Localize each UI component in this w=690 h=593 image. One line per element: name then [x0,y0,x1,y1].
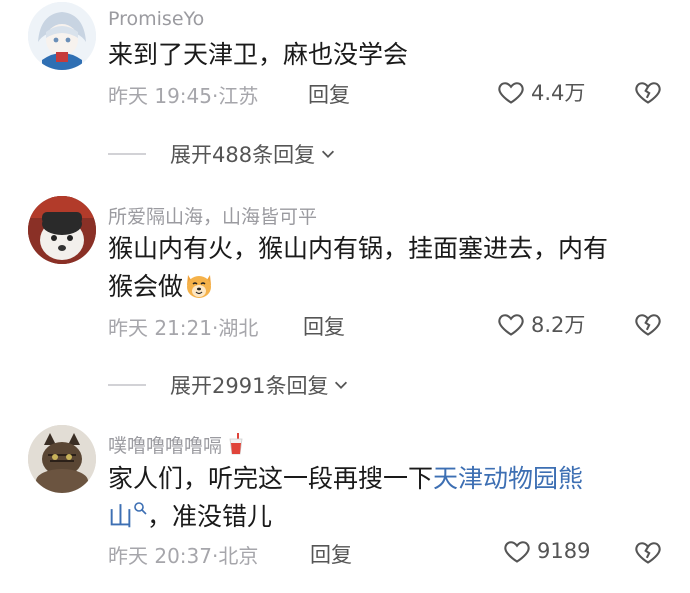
comment-text-line: 山 ，准没错儿 [108,498,668,536]
cat-avatar-icon [28,425,96,493]
comment-text: 家人们，听完这一段再搜一下天津动物园熊 山 ，准没错儿 [108,460,668,536]
anime-avatar-icon [28,2,96,70]
comment-time: 昨天 20:37 [108,544,212,568]
chevron-down-icon [335,381,348,389]
username[interactable]: 噗噜噜噜噜嗝 [108,431,244,458]
comment-text-body: 来到了天津卫，麻也没学会 [108,40,409,69]
expand-replies-button[interactable]: 展开488条回复 [108,139,337,169]
comment-text-body: ，准没错儿 [147,502,273,531]
dog-face-emoji-icon [187,275,212,298]
comment-meta: 昨天 19:45·江苏 [108,80,258,109]
broken-heart-icon[interactable] [634,310,662,338]
comment-location: 湖北 [218,316,259,340]
like-count: 8.2万 [531,313,586,337]
comment-text: 来到了天津卫，麻也没学会 [108,36,668,74]
broken-heart-icon[interactable] [634,78,662,106]
comment-time: 昨天 19:45 [108,84,212,108]
broken-heart-icon[interactable] [634,538,662,566]
like-count: 9189 [537,539,591,563]
comment-text: 猴山内有火，猴山内有锅，挂面塞进去，内有 猴会做 [108,230,668,306]
comment-text-body: 家人们，听完这一段再搜一下 [108,464,434,493]
username[interactable]: 所爱隔山海，山海皆可平 [108,202,317,229]
user-avatar[interactable] [28,196,96,264]
comment-text-body: 猴会做 [108,272,184,301]
comment-text-line: 猴山内有火，猴山内有锅，挂面塞进去，内有 [108,234,609,263]
cup-emoji-icon [229,433,243,455]
like-button[interactable]: 8.2万 [497,309,585,339]
comment-location: 北京 [218,544,259,568]
reply-button[interactable]: 回复 [310,539,352,569]
expand-replies-button[interactable]: 展开2991条回复 [108,370,350,400]
search-icon[interactable] [133,501,147,515]
search-link[interactable]: 天津动物园熊 [433,464,583,493]
comment-text-line: 猴会做 [108,268,668,306]
heart-icon [504,541,530,563]
comment-location: 江苏 [218,84,259,108]
search-link[interactable]: 山 [108,502,133,531]
comment-meta: 昨天 20:37·北京 [108,540,258,569]
user-avatar[interactable] [28,425,96,493]
reply-button[interactable]: 回复 [308,79,350,109]
expand-replies-label: 展开2991条回复 [170,374,329,398]
dog-avatar-icon [28,196,96,264]
heart-icon [498,82,524,104]
divider-line [108,384,146,386]
chevron-down-icon [322,150,335,158]
username-text: 噗噜噜噜噜嗝 [108,435,223,457]
comment-meta: 昨天 21:21·湖北 [108,312,258,341]
like-button[interactable]: 4.4万 [497,77,585,107]
like-button[interactable]: 9189 [503,537,590,565]
username[interactable]: PromiseYo [108,8,204,30]
comment-text-line: 家人们，听完这一段再搜一下天津动物园熊 [108,460,668,498]
like-count: 4.4万 [531,81,586,105]
reply-button[interactable]: 回复 [303,311,345,341]
user-avatar[interactable] [28,2,96,70]
expand-replies-label: 展开488条回复 [170,143,316,167]
comment-time: 昨天 21:21 [108,316,212,340]
divider-line [108,153,146,155]
heart-icon [498,314,524,336]
